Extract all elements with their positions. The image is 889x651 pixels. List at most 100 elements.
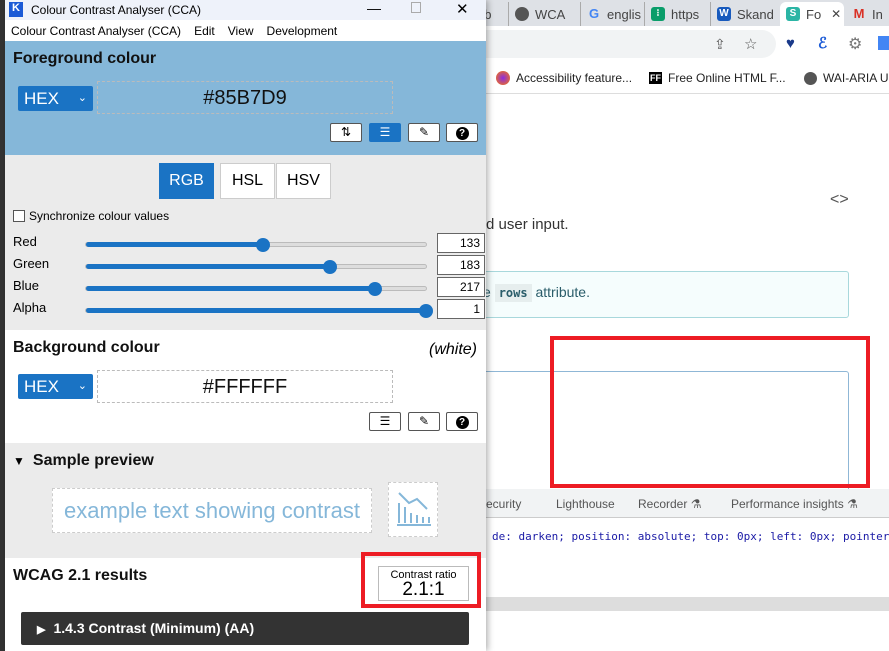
- triangle-down-icon: ▼: [13, 454, 25, 468]
- slider-fill: [86, 308, 426, 313]
- browser-tab[interactable]: WCA: [508, 2, 580, 26]
- sliders-icon: ☰: [379, 125, 391, 139]
- browser-tab[interactable]: M In: [846, 2, 889, 26]
- browser-tab-active[interactable]: S Fo ✕: [780, 2, 844, 26]
- background-hex-input[interactable]: #FFFFFF: [97, 370, 393, 403]
- contrast-ratio-value: 2.1:1: [402, 579, 445, 600]
- results-heading: WCAG 2.1 results: [13, 567, 148, 584]
- star-icon[interactable]: ☆: [744, 35, 757, 53]
- globe-icon: [804, 71, 817, 85]
- slider-label: Red: [13, 234, 37, 249]
- bookmarks-bar: Accessibility feature... FF Free Online H…: [486, 62, 889, 94]
- devtools-scrollbar[interactable]: [486, 597, 889, 611]
- swap-colours-button[interactable]: ⇅: [330, 123, 362, 142]
- bg-eyedropper-button[interactable]: ✎: [408, 412, 440, 431]
- background-format-select[interactable]: HEX ⌄: [18, 374, 93, 399]
- sync-checkbox-row[interactable]: Synchronize colour values: [13, 209, 169, 223]
- menu-app[interactable]: Colour Contrast Analyser (CCA): [11, 24, 181, 38]
- triangle-right-icon: ▶: [37, 624, 46, 636]
- devtools-tab[interactable]: ecurity: [486, 497, 521, 511]
- slider-handle[interactable]: [256, 238, 271, 252]
- slider-fill: [86, 264, 330, 269]
- sample-text: example text showing contrast: [52, 488, 372, 533]
- extension-heart-icon[interactable]: ♥: [786, 35, 795, 52]
- browser-tab[interactable]: W Skand: [710, 2, 780, 26]
- red-value-input[interactable]: 133: [437, 233, 485, 253]
- format-value: HEX: [24, 89, 59, 108]
- help-icon: ?: [455, 416, 469, 429]
- slider-label: Blue: [13, 278, 40, 293]
- slider-handle[interactable]: [368, 282, 383, 296]
- eyedropper-icon: ✎: [418, 125, 430, 139]
- close-button[interactable]: ✕: [456, 0, 469, 18]
- devtools-tab[interactable]: Recorder ⚗: [638, 497, 701, 511]
- tab-label: Recorder: [638, 497, 688, 511]
- slider-handle[interactable]: [323, 260, 337, 274]
- tab-label: WCA: [535, 6, 566, 22]
- eyedropper-icon: ✎: [418, 414, 430, 428]
- eyedropper-button[interactable]: ✎: [408, 123, 440, 142]
- alpha-value-input[interactable]: 1: [437, 299, 485, 319]
- sliders-icon: ☰: [379, 414, 391, 428]
- close-tab-icon[interactable]: ✕: [831, 7, 841, 21]
- app-logo-icon: K: [9, 2, 23, 17]
- extension-icon[interactable]: [878, 36, 889, 50]
- sliders-toggle-button[interactable]: ☰: [369, 123, 401, 142]
- sync-label: Synchronize colour values: [29, 209, 170, 223]
- web-page: <> d user input. e rows attribute.: [476, 95, 889, 501]
- extension-e-icon[interactable]: ℰ: [818, 34, 827, 52]
- code-line: de: darken; position: absolute; top: 0px…: [492, 530, 889, 543]
- slider-row-red: Red 133: [5, 233, 486, 255]
- devtools-tab[interactable]: Performance insights ⚗: [731, 497, 858, 511]
- tab-label: Skand: [737, 6, 774, 22]
- foreground-format-select[interactable]: HEX ⌄: [18, 86, 93, 111]
- firefox-icon: [496, 71, 510, 85]
- format-value: HEX: [24, 377, 59, 396]
- bg-help-button[interactable]: ?: [446, 412, 478, 431]
- gear-extension-icon[interactable]: ⚙: [848, 34, 862, 54]
- slider-blue[interactable]: [85, 282, 427, 296]
- word-icon: W: [717, 7, 731, 21]
- green-icon: ⁝: [651, 7, 665, 21]
- slider-green[interactable]: [85, 260, 427, 274]
- tab-rgb[interactable]: RGB: [159, 163, 214, 199]
- sample-graphic: [388, 482, 438, 537]
- chevron-down-icon: ⌄: [77, 380, 87, 392]
- browser-tab[interactable]: ⁝ https: [644, 2, 710, 26]
- menu-development[interactable]: Development: [267, 24, 338, 38]
- bookmark[interactable]: FF Free Online HTML F...: [649, 71, 786, 85]
- menu-edit[interactable]: Edit: [194, 24, 215, 38]
- colour-sliders-section: RGB HSL HSV Synchronize colour values Re…: [5, 155, 486, 330]
- bg-sliders-toggle-button[interactable]: ☰: [369, 412, 401, 431]
- tab-label: Fo: [806, 6, 822, 22]
- slider-red[interactable]: [85, 238, 427, 252]
- maximize-button[interactable]: [411, 2, 421, 13]
- background-section: Background colour (white) HEX ⌄ #FFFFFF ☰…: [5, 330, 486, 443]
- menu-bar: Colour Contrast Analyser (CCA) Edit View…: [5, 20, 486, 41]
- slider-handle[interactable]: [419, 304, 433, 318]
- sample-preview-toggle[interactable]: ▼ Sample preview: [13, 452, 154, 470]
- info-note: e rows attribute.: [476, 271, 849, 318]
- criterion-1-4-3-toggle[interactable]: ▶ 1.4.3 Contrast (Minimum) (AA): [21, 612, 469, 645]
- foreground-hex-input[interactable]: #85B7D9: [97, 81, 393, 114]
- devtools-tab[interactable]: Lighthouse: [556, 497, 615, 511]
- tab-hsl[interactable]: HSL: [220, 163, 275, 199]
- help-button[interactable]: ?: [446, 123, 478, 142]
- browser-tab[interactable]: Genglis: [580, 2, 644, 26]
- minimize-button[interactable]: —: [367, 0, 381, 16]
- devtools-code: de: darken; position: absolute; top: 0px…: [486, 518, 889, 598]
- menu-view[interactable]: View: [228, 24, 254, 38]
- devtools-tabs: ecurity Lighthouse Recorder ⚗ Performanc…: [486, 489, 889, 518]
- address-bar[interactable]: [486, 30, 776, 58]
- sync-checkbox[interactable]: [13, 210, 25, 222]
- share-icon[interactable]: ⇪: [714, 36, 726, 53]
- tab-hsv[interactable]: HSV: [276, 163, 331, 199]
- blue-value-input[interactable]: 217: [437, 277, 485, 297]
- slider-alpha[interactable]: [85, 304, 433, 318]
- title-bar: K Colour Contrast Analyser (CCA) — ✕: [5, 0, 486, 20]
- bookmark[interactable]: Accessibility feature...: [496, 71, 632, 85]
- bookmark[interactable]: WAI-ARIA U: [804, 71, 889, 85]
- tab-label: https: [671, 6, 700, 22]
- green-value-input[interactable]: 183: [437, 255, 485, 275]
- code-toggle-icon[interactable]: <>: [830, 191, 849, 209]
